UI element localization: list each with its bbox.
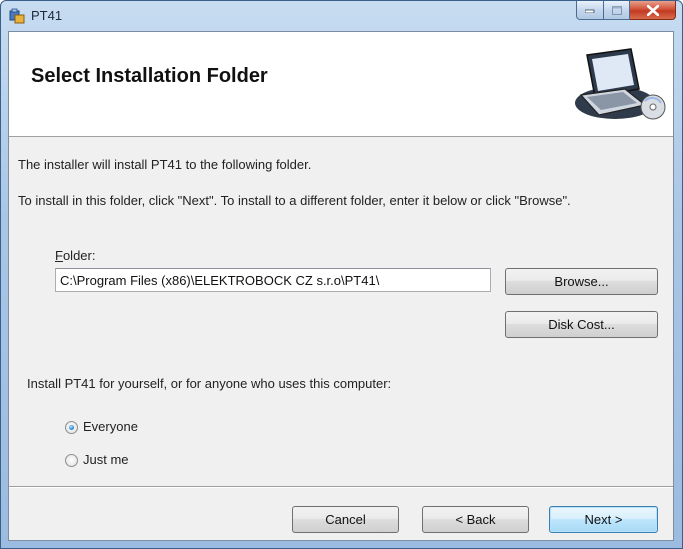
intro-line-2: To install in this folder, click "Next".… bbox=[18, 193, 571, 208]
dialog-body: Select Installation Folder The installer… bbox=[8, 31, 674, 541]
installer-window: PT41 Select Installation Folder The inst… bbox=[0, 0, 683, 549]
minimize-button[interactable] bbox=[576, 1, 604, 20]
cancel-button[interactable]: Cancel bbox=[292, 506, 399, 533]
title-bar[interactable]: PT41 bbox=[1, 1, 682, 31]
back-button[interactable]: < Back bbox=[422, 506, 529, 533]
close-button[interactable] bbox=[630, 1, 676, 20]
install-scope-prompt: Install PT41 for yourself, or for anyone… bbox=[27, 376, 392, 391]
folder-label: Folder: bbox=[55, 248, 95, 263]
next-button[interactable]: Next > bbox=[549, 506, 658, 533]
disk-cost-button[interactable]: Disk Cost... bbox=[505, 311, 658, 338]
folder-label-accel: F bbox=[55, 248, 63, 263]
radio-everyone-control[interactable] bbox=[65, 421, 78, 434]
radio-just-me-control[interactable] bbox=[65, 454, 78, 467]
folder-path-input[interactable] bbox=[55, 268, 491, 292]
maximize-icon bbox=[611, 5, 622, 15]
window-controls bbox=[576, 1, 676, 21]
banner-title: Select Installation Folder bbox=[31, 65, 268, 87]
maximize-button[interactable] bbox=[604, 1, 630, 20]
radio-just-me-label[interactable]: Just me bbox=[83, 452, 129, 467]
close-icon bbox=[646, 4, 659, 16]
folder-label-rest: older: bbox=[62, 248, 96, 263]
footer-separator bbox=[9, 486, 673, 488]
window-title: PT41 bbox=[31, 8, 63, 23]
radio-selected-dot bbox=[69, 425, 74, 430]
minimize-icon bbox=[585, 9, 595, 13]
installer-app-icon bbox=[9, 8, 25, 24]
intro-line-1: The installer will install PT41 to the f… bbox=[18, 157, 312, 172]
radio-everyone-label[interactable]: Everyone bbox=[83, 419, 138, 434]
computer-disc-icon bbox=[575, 48, 666, 120]
browse-button[interactable]: Browse... bbox=[505, 268, 658, 295]
header-banner: Select Installation Folder bbox=[9, 32, 673, 137]
